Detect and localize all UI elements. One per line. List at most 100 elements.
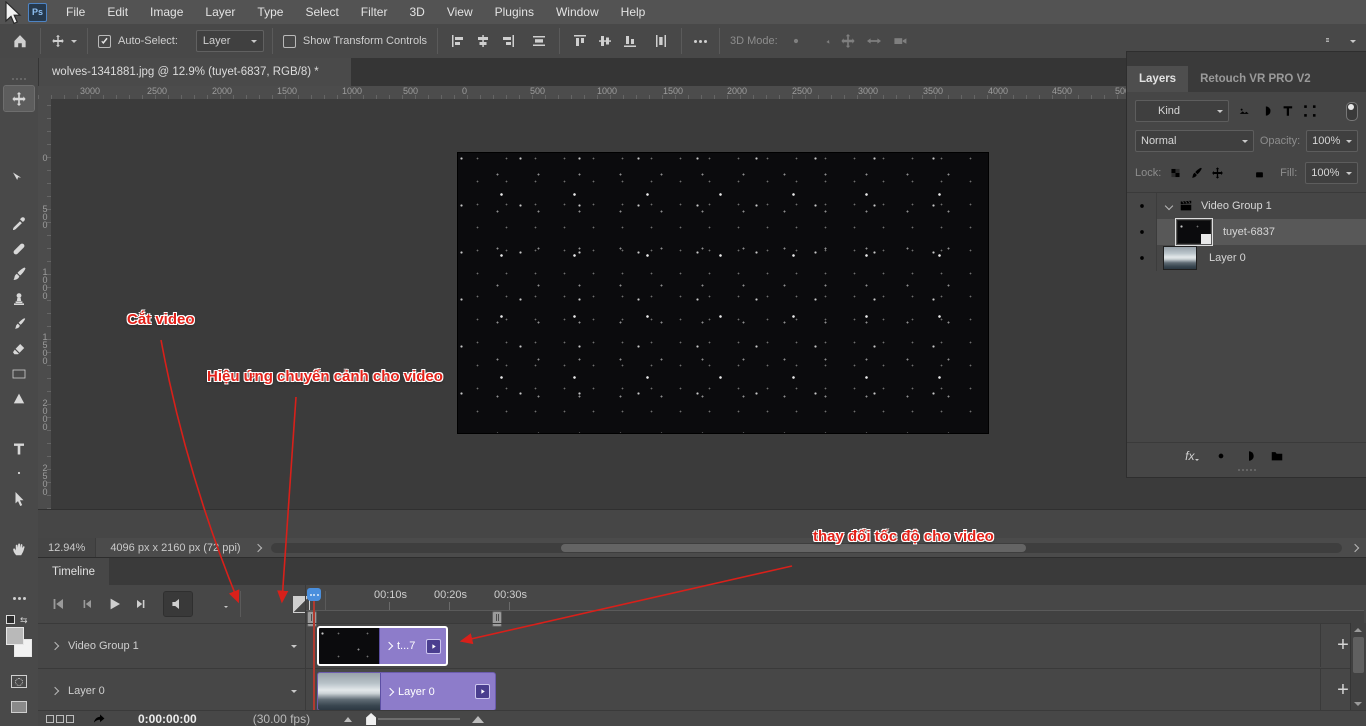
panel-menu-icon[interactable] <box>1344 72 1358 86</box>
filter-smart-objects-icon[interactable] <box>1324 104 1338 118</box>
scroll-down-arrow[interactable] <box>1354 702 1362 710</box>
new-group-icon[interactable] <box>1270 449 1284 463</box>
timeline-zoom-slider-track[interactable] <box>378 718 460 720</box>
object-selection-tool[interactable] <box>4 161 34 186</box>
auto-select-checkbox[interactable] <box>98 35 111 48</box>
scroll-right-chevron[interactable] <box>1351 544 1359 552</box>
track-filter-button[interactable] <box>274 684 297 698</box>
edit-toolbar-button[interactable] <box>4 586 34 611</box>
new-adjustment-layer-icon[interactable] <box>1242 449 1256 463</box>
new-layer-icon[interactable] <box>1298 449 1312 463</box>
align-left-edges-icon[interactable] <box>450 33 466 49</box>
restore-button[interactable] <box>1298 1 1332 24</box>
play-button[interactable] <box>100 592 128 616</box>
shape-tool[interactable] <box>4 511 34 536</box>
clip-video-badge[interactable] <box>475 684 490 699</box>
timeline-vertical-scrollbar[interactable] <box>1350 623 1366 711</box>
distribute-horizontal-icon[interactable] <box>531 33 547 49</box>
filtering-toggle[interactable] <box>1346 102 1358 121</box>
menu-help[interactable]: Help <box>610 5 657 19</box>
tab-timeline[interactable]: Timeline <box>38 558 109 585</box>
toolbar-collapse-icon[interactable] <box>13 62 25 74</box>
layer-row-layer0[interactable]: Layer 0 <box>1127 245 1366 271</box>
document-tab-close-icon[interactable] <box>329 66 341 78</box>
eyedropper-tool[interactable] <box>4 211 34 236</box>
playhead[interactable] <box>307 588 321 601</box>
clip-video-badge[interactable] <box>426 639 441 654</box>
track-expand-chevron[interactable] <box>51 642 59 650</box>
minimize-button[interactable] <box>1264 1 1298 24</box>
filter-image-layers-icon[interactable] <box>1237 104 1251 118</box>
split-at-playhead-button[interactable] <box>253 592 281 616</box>
type-tool[interactable] <box>4 436 34 461</box>
lock-position-icon[interactable] <box>1211 166 1224 180</box>
tool-preset-move[interactable] <box>41 34 87 48</box>
menu-plugins[interactable]: Plugins <box>484 5 545 19</box>
align-vertical-centers-icon[interactable] <box>597 33 613 49</box>
status-expand-chevron[interactable] <box>253 544 261 552</box>
path-selection-tool[interactable] <box>4 486 34 511</box>
show-transform-controls-checkbox[interactable] <box>283 35 296 48</box>
home-button[interactable] <box>0 32 40 50</box>
previous-frame-button[interactable] <box>72 592 100 616</box>
default-colors-icon[interactable] <box>6 615 15 624</box>
history-brush-tool[interactable] <box>4 311 34 336</box>
opacity-value-dropdown[interactable]: 100% <box>1306 130 1358 152</box>
scroll-up-arrow[interactable] <box>1354 624 1362 632</box>
horizontal-scrollbar[interactable] <box>271 543 1342 553</box>
quick-mask-button[interactable] <box>4 669 34 694</box>
toolbar-grip[interactable] <box>12 78 26 80</box>
vertical-scrollbar-thumb[interactable] <box>1353 637 1364 673</box>
hand-tool[interactable] <box>4 536 34 561</box>
layer-row-tuyet[interactable]: tuyet-6837 <box>1127 219 1366 245</box>
zoom-in-timeline-icon[interactable] <box>472 716 484 723</box>
track-filter-button[interactable] <box>274 639 297 653</box>
group-expand-chevron[interactable] <box>1165 202 1173 210</box>
workspace-switcher-icon[interactable] <box>1322 33 1338 49</box>
dodge-tool[interactable] <box>4 411 34 436</box>
lock-artboard-icon[interactable] <box>1232 166 1245 180</box>
filter-type-layers-icon[interactable] <box>1281 104 1295 118</box>
tab-retouch-vr-pro[interactable]: Retouch VR PRO V2 <box>1188 66 1323 92</box>
link-layers-icon[interactable] <box>1157 449 1171 463</box>
3d-pan-icon[interactable] <box>840 33 856 49</box>
clip-tuyet[interactable]: t...7 <box>317 626 448 666</box>
auto-select-target-dropdown[interactable]: Layer <box>196 30 264 52</box>
align-bottom-edges-icon[interactable] <box>622 33 638 49</box>
visibility-eye-icon[interactable] <box>1127 219 1157 245</box>
menu-view[interactable]: View <box>436 5 484 19</box>
collapse-panel-icon[interactable] <box>1324 53 1336 65</box>
panel-resize-grip[interactable] <box>1238 469 1256 471</box>
close-button[interactable] <box>1332 1 1366 24</box>
visibility-eye-icon[interactable] <box>1127 193 1157 219</box>
menu-window[interactable]: Window <box>545 5 610 19</box>
go-to-first-frame-button[interactable] <box>44 592 72 616</box>
close-panel-icon[interactable] <box>1346 53 1358 65</box>
menu-edit[interactable]: Edit <box>96 5 139 19</box>
move-tool[interactable] <box>4 86 34 111</box>
menu-filter[interactable]: Filter <box>350 5 399 19</box>
lock-transparent-pixels-icon[interactable] <box>1169 166 1182 180</box>
menu-file[interactable]: File <box>55 5 96 19</box>
layer-thumbnail[interactable] <box>1177 220 1211 244</box>
align-top-edges-icon[interactable] <box>572 33 588 49</box>
zoom-tool[interactable] <box>4 561 34 586</box>
search-icon[interactable] <box>1294 33 1310 49</box>
lasso-tool[interactable] <box>4 136 34 161</box>
align-horizontal-centers-icon[interactable] <box>475 33 491 49</box>
menu-image[interactable]: Image <box>139 5 194 19</box>
3d-dolly-camera-icon[interactable] <box>892 33 908 49</box>
pen-tool[interactable] <box>4 461 34 486</box>
eraser-tool[interactable] <box>4 336 34 361</box>
frame-view-toggle[interactable] <box>46 715 74 723</box>
3d-roll-icon[interactable] <box>814 33 830 49</box>
visibility-eye-icon[interactable] <box>1127 245 1157 271</box>
marquee-tool[interactable] <box>4 111 34 136</box>
track-expand-chevron[interactable] <box>51 687 59 695</box>
mute-audio-button[interactable] <box>164 592 192 616</box>
foreground-color-swatch[interactable] <box>6 627 24 645</box>
document-tab[interactable]: wolves-1341881.jpg @ 12.9% (tuyet-6837, … <box>38 58 351 86</box>
menu-3d[interactable]: 3D <box>398 5 435 19</box>
menu-layer[interactable]: Layer <box>194 5 246 19</box>
zoom-level[interactable]: 12.94% <box>38 538 96 558</box>
